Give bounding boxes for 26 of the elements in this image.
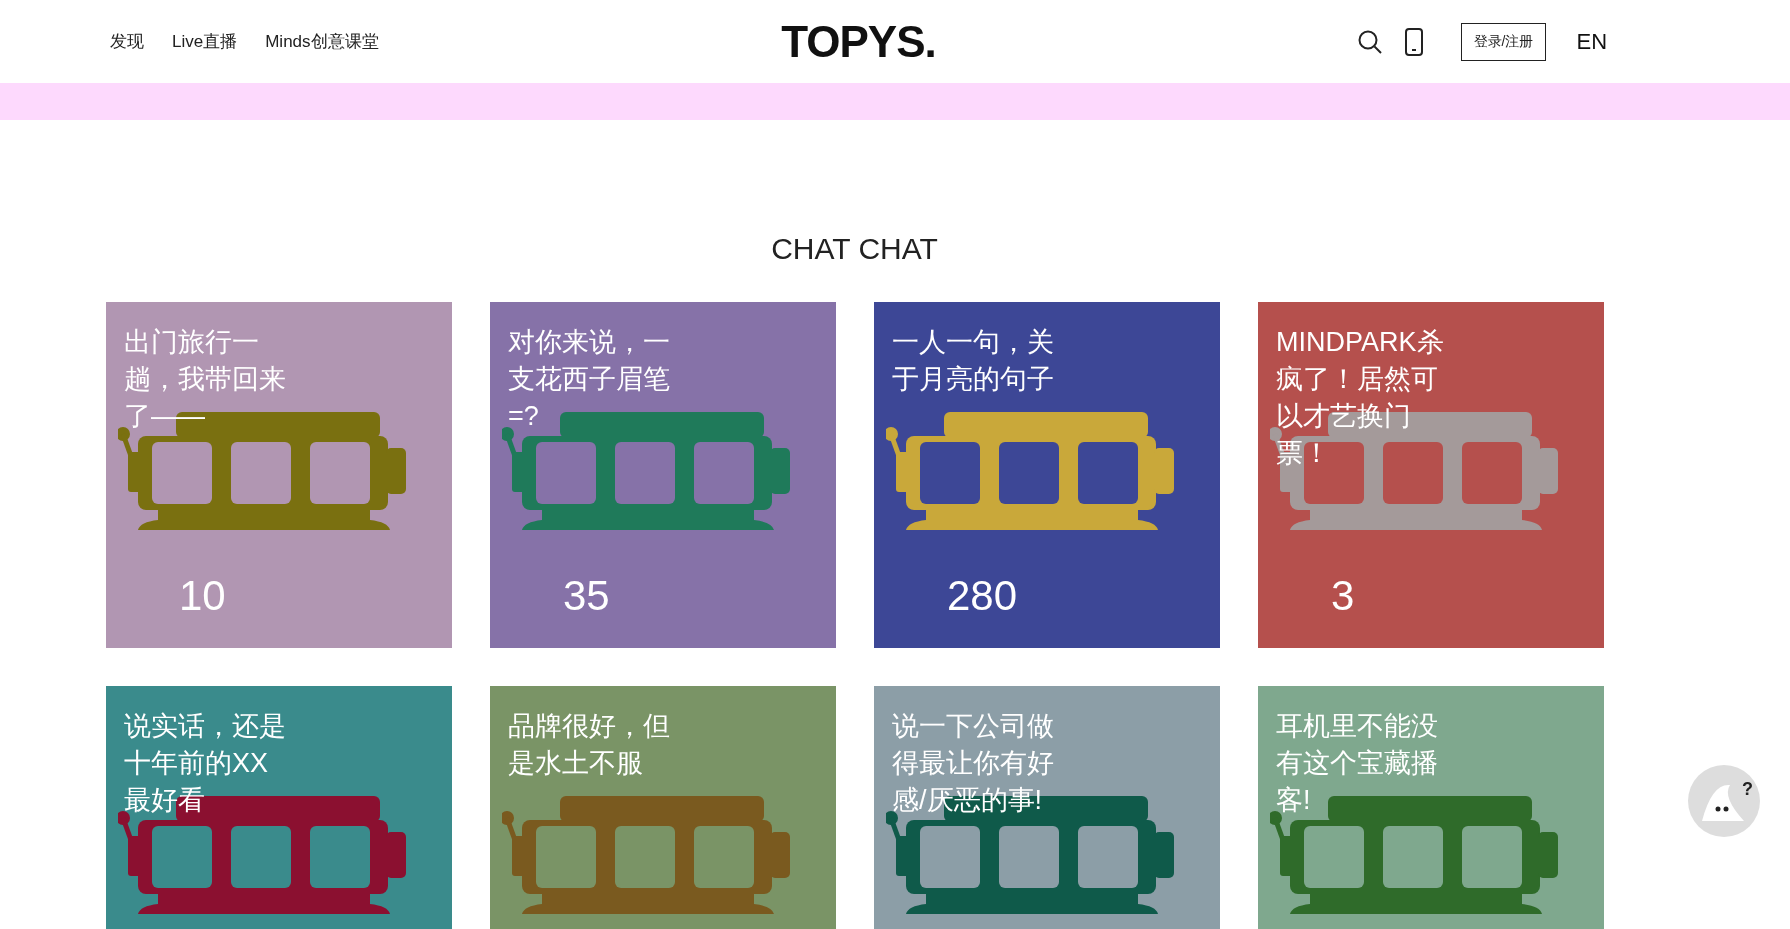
card-title: 品牌很好，但是水土不服	[508, 710, 671, 780]
card-count: 35	[563, 572, 610, 620]
card-title: 说一下公司做得最让你有好感/厌恶的事!	[892, 710, 1055, 817]
logo[interactable]: TOPYS.	[781, 16, 936, 67]
topic-card[interactable]: 出门旅行一趟，我带回来了—— 10	[106, 302, 452, 648]
language-link[interactable]: EN	[1576, 28, 1607, 55]
mobile-phone-icon[interactable]	[1404, 27, 1423, 56]
card-title: 耳机里不能没有这个宝藏播客!	[1276, 710, 1439, 817]
search-icon[interactable]	[1356, 28, 1383, 55]
nav-link[interactable]: 发现	[110, 30, 144, 53]
section-title: CHAT CHAT	[770, 232, 939, 266]
help-button[interactable]: ?	[1688, 765, 1760, 837]
card-count: 10	[179, 572, 226, 620]
card-title: 一人一句，关于月亮的句子	[892, 326, 1055, 396]
topic-card[interactable]: 对你来说，一支花西子眉笔=? 35	[490, 302, 836, 648]
card-title: 说实话，还是十年前的XX最好看	[124, 710, 287, 817]
card-count: 280	[947, 572, 1018, 620]
card-count: 3	[1331, 572, 1355, 620]
topic-card[interactable]: 说一下公司做得最让你有好感/厌恶的事!	[874, 686, 1220, 929]
nav-link[interactable]: Minds创意课堂	[265, 30, 379, 53]
nav-link[interactable]: Live直播	[172, 30, 238, 53]
topic-card[interactable]: 说实话，还是十年前的XX最好看	[106, 686, 452, 929]
card-title: 出门旅行一趟，我带回来了——	[124, 326, 287, 433]
card-title: 对你来说，一支花西子眉笔=?	[508, 326, 671, 433]
login-button[interactable]: 登录/注册	[1460, 22, 1547, 61]
topic-card[interactable]: 一人一句，关于月亮的句子 280	[874, 302, 1220, 648]
